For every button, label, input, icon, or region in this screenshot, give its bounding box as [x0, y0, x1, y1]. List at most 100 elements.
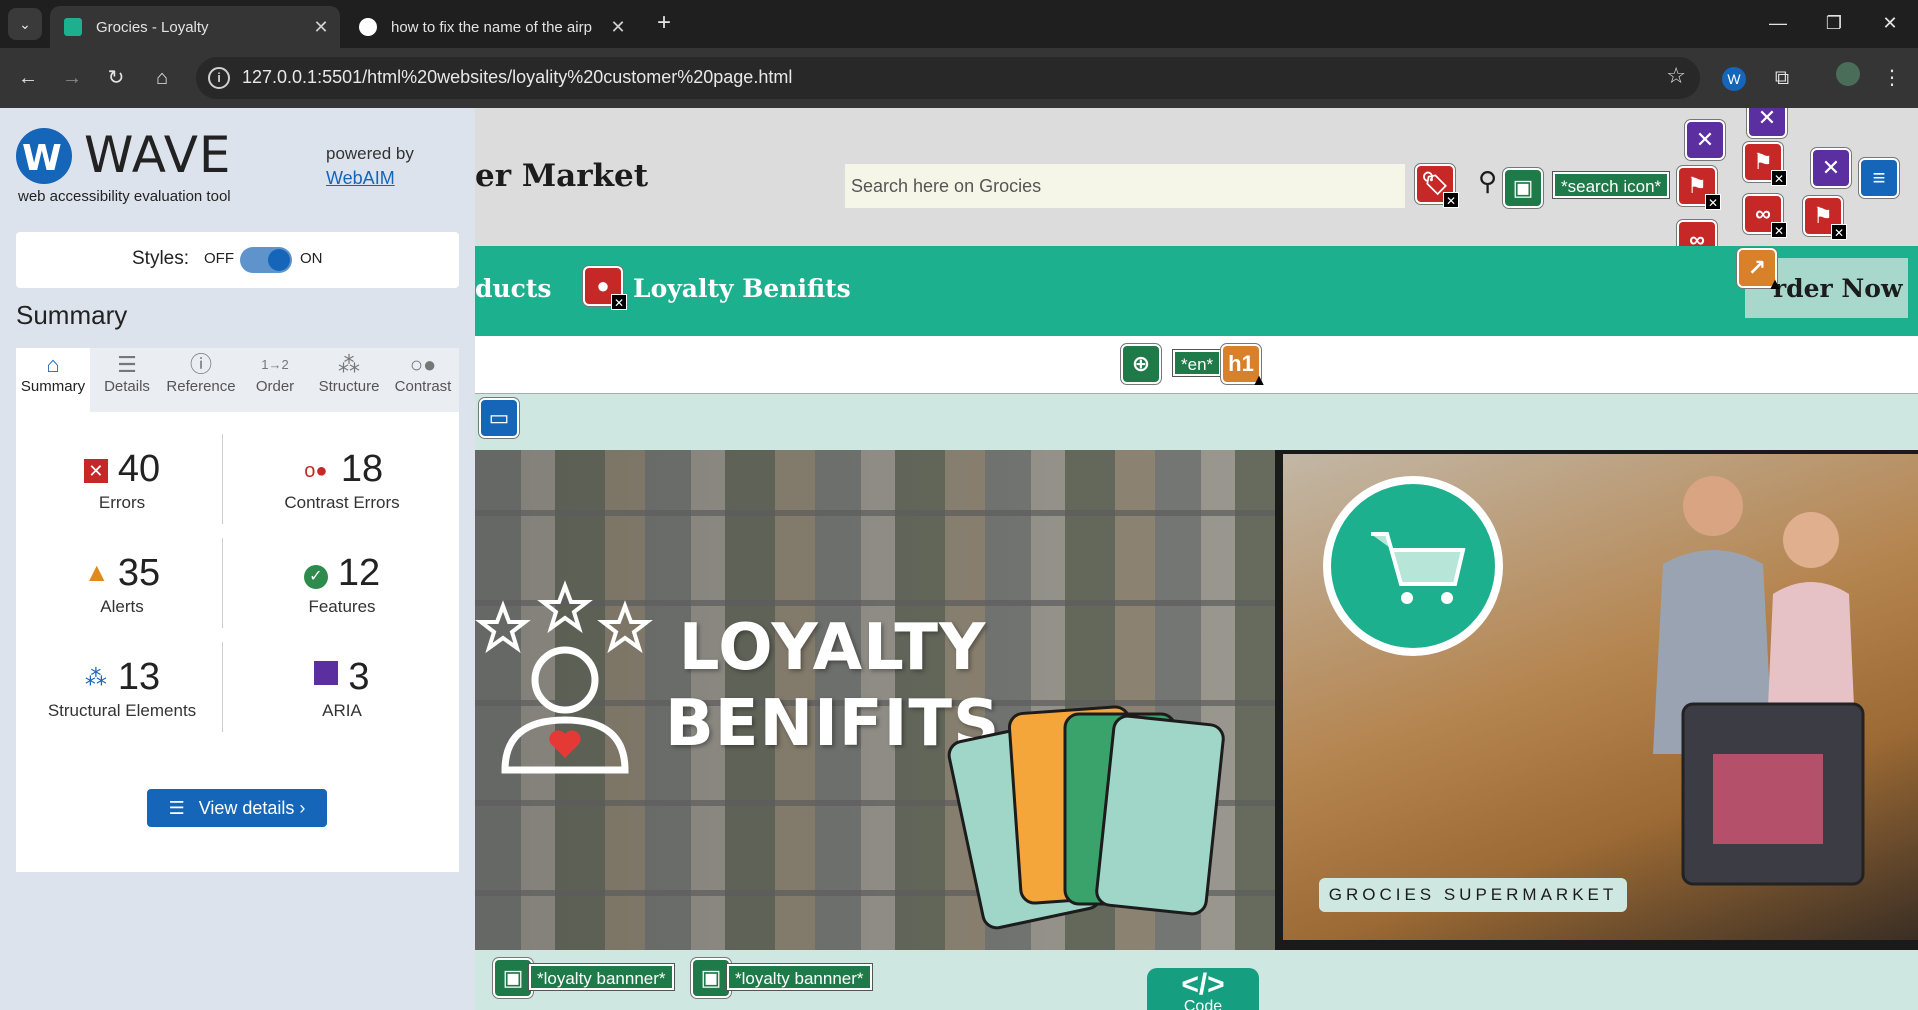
- banner-alt-label: *loyalty bannner*: [727, 964, 872, 990]
- aria-stat[interactable]: 3 ARIA: [242, 656, 442, 721]
- shoppers-silhouette: [1653, 476, 1865, 886]
- list-icon: ☰: [168, 798, 185, 818]
- loyalty-banner-image: LOYALTY BENIFITS: [475, 450, 1275, 950]
- wave-error-icon[interactable]: ⚑ ✕: [1743, 142, 1787, 186]
- store-name-label: GROCIES SUPERMARKET: [1319, 878, 1627, 912]
- alert-icon: ▲: [83, 557, 110, 587]
- close-window-button[interactable]: ✕: [1870, 8, 1910, 38]
- tab-details[interactable]: ☰ Details: [90, 348, 164, 412]
- minimize-button[interactable]: —: [1758, 8, 1798, 38]
- loyalty-user-icon: [475, 580, 653, 774]
- structural-stat[interactable]: ⁂ 13 Structural Elements: [22, 656, 222, 721]
- tab-search-button[interactable]: ⌄: [8, 8, 42, 40]
- google-favicon-icon: [359, 18, 377, 36]
- wave-aria-icon[interactable]: ✕: [1747, 108, 1787, 138]
- tab-grocies-loyalty[interactable]: Grocies - Loyalty ✕: [50, 6, 340, 48]
- restore-button[interactable]: ❐: [1814, 8, 1854, 38]
- wave-error-icon[interactable]: ● ✕: [583, 266, 627, 310]
- forward-button[interactable]: →: [56, 62, 88, 94]
- styles-toggle[interactable]: [240, 247, 292, 273]
- wave-title: WAVE: [84, 126, 232, 184]
- contrast-error-icon: o●: [304, 460, 328, 482]
- info-icon: ⓘ: [189, 352, 212, 377]
- back-button[interactable]: ←: [12, 62, 44, 94]
- supermarket-photo: GROCIES SUPERMARKET: [1275, 450, 1918, 950]
- tab-title: how to fix the name of the airp: [391, 18, 592, 36]
- styles-off-label: OFF: [204, 250, 234, 267]
- styles-toggle-box: Styles: OFF ON: [16, 232, 459, 288]
- new-tab-button[interactable]: +: [650, 10, 678, 38]
- cart-icon: [1323, 476, 1503, 656]
- wave-language-icon[interactable]: ⊕: [1121, 344, 1161, 384]
- tab-title: Grocies - Loyalty: [96, 18, 209, 36]
- wave-panel-tabs: ⌂ Summary ☰ Details ⓘ Reference 1→2 Orde…: [16, 348, 459, 412]
- wave-error-tag-icon[interactable]: 🏷 ✕: [1415, 164, 1459, 208]
- brand-title: er Market: [475, 158, 649, 194]
- styles-label: Styles:: [132, 248, 190, 269]
- tab-close-icon[interactable]: ✕: [308, 17, 334, 38]
- summary-panel: ✕ 40 Errors o● 18 Contrast Errors ▲ 35 Aler…: [16, 412, 459, 872]
- tab-order[interactable]: 1→2 Order: [238, 348, 312, 412]
- language-label: *en*: [1173, 350, 1222, 376]
- wave-structure-icon[interactable]: ▭: [479, 398, 519, 438]
- home-icon: ⌂: [46, 352, 60, 377]
- wave-subtitle: web accessibility evaluation tool: [18, 188, 231, 205]
- alerts-stat[interactable]: ▲ 35 Alerts: [22, 552, 222, 617]
- tab-reference[interactable]: ⓘ Reference: [164, 348, 238, 412]
- wave-h1-alert-icon[interactable]: h1 ▲: [1221, 344, 1267, 389]
- wave-aria-icon[interactable]: ✕: [1811, 148, 1851, 188]
- contrast-icon: ○●: [409, 352, 437, 377]
- tab-google-search[interactable]: how to fix the name of the airp ✕: [345, 6, 637, 48]
- powered-by-text: powered by: [326, 144, 414, 163]
- wave-alert-icon[interactable]: ↗ ▲: [1737, 248, 1783, 293]
- tab-summary[interactable]: ⌂ Summary: [16, 348, 90, 412]
- wave-structure-icon[interactable]: ≡: [1859, 158, 1899, 198]
- site-nav: ducts ● ✕ Loyalty Benifits rder Now ↗ ▲: [475, 246, 1918, 336]
- tab-close-icon[interactable]: ✕: [605, 17, 631, 38]
- browser-toolbar: ← → ↻ ⌂ i 127.0.0.1:5501/html%20websites…: [0, 48, 1918, 108]
- search-input[interactable]: [845, 164, 1405, 208]
- wave-extension-icon[interactable]: W: [1718, 62, 1750, 94]
- wave-image-alt-icon[interactable]: ▣: [691, 958, 731, 998]
- wave-image-alt-icon[interactable]: ▣: [493, 958, 533, 998]
- browser-tab-bar: ⌄ Grocies - Loyalty ✕ how to fix the nam…: [0, 0, 1918, 48]
- tab-structure[interactable]: ⁂ Structure: [312, 348, 386, 412]
- wave-aria-icon[interactable]: ✕: [1685, 120, 1725, 160]
- summary-heading: Summary: [16, 300, 128, 330]
- list-icon: ☰: [117, 352, 137, 377]
- wave-image-alt-icon[interactable]: ▣: [1503, 168, 1543, 208]
- search-icon-alt-label: *search icon*: [1553, 172, 1670, 198]
- banner-alt-label: *loyalty bannner*: [529, 964, 674, 990]
- home-button[interactable]: ⌂: [146, 62, 178, 94]
- search-icon[interactable]: ⚲: [1478, 166, 1497, 197]
- profile-avatar[interactable]: [1832, 62, 1864, 94]
- tab-contrast[interactable]: ○● Contrast: [386, 348, 460, 412]
- nav-loyalty-link[interactable]: Loyalty Benifits: [633, 274, 851, 303]
- features-stat[interactable]: ✓ 12 Features: [242, 552, 442, 617]
- address-bar[interactable]: i 127.0.0.1:5501/html%20websites/loyalit…: [196, 57, 1700, 99]
- structure-icon: ⁂: [84, 665, 107, 690]
- view-details-button[interactable]: ☰ View details ›: [147, 789, 327, 827]
- wave-broken-link-icon[interactable]: ∞✕: [1743, 194, 1787, 238]
- reload-button[interactable]: ↻: [100, 62, 132, 94]
- extensions-puzzle-icon[interactable]: ⧉: [1766, 62, 1798, 94]
- styles-on-label: ON: [300, 250, 323, 267]
- site-info-icon[interactable]: i: [208, 67, 230, 89]
- order-icon: 1→2: [261, 357, 289, 372]
- feature-check-icon: ✓: [303, 565, 328, 589]
- browser-menu-icon[interactable]: ⋮: [1876, 62, 1908, 94]
- grocies-favicon-icon: [64, 18, 82, 36]
- wave-error-icon[interactable]: ⚑ ✕: [1677, 166, 1721, 210]
- bookmark-star-icon[interactable]: ☆: [1666, 63, 1686, 89]
- structure-icon: ⁂: [338, 352, 360, 377]
- nav-products-link[interactable]: ducts: [475, 274, 552, 303]
- wave-error-icon[interactable]: ⚑ ✕: [1803, 196, 1847, 240]
- webaim-link[interactable]: WebAIM: [326, 168, 395, 189]
- errors-stat[interactable]: ✕ 40 Errors: [22, 448, 222, 513]
- aria-cube-icon: [314, 661, 339, 685]
- contrast-errors-stat[interactable]: o● 18 Contrast Errors: [242, 448, 442, 513]
- wave-code-button[interactable]: </> Code: [1147, 968, 1259, 1010]
- url-text: 127.0.0.1:5501/html%20websites/loyality%…: [242, 67, 793, 87]
- wave-logo-icon: W: [16, 128, 72, 184]
- language-bar: ⊕ *en* h1 ▲: [475, 336, 1918, 394]
